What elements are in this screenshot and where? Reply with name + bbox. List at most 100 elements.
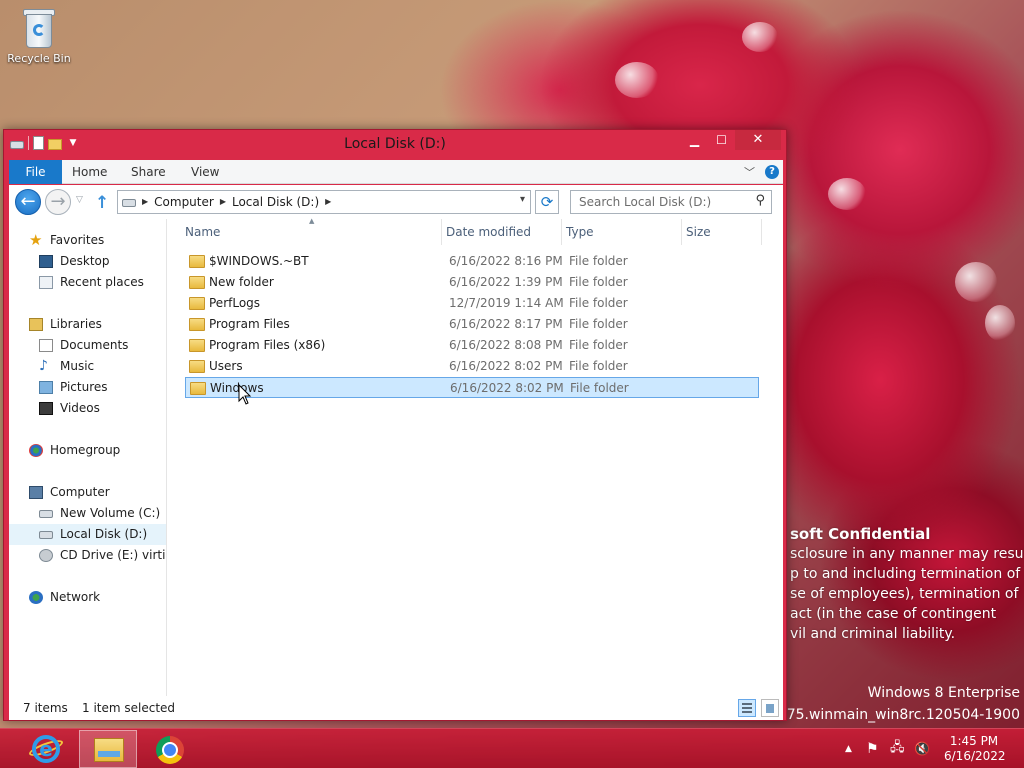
nav-item-homegroup[interactable]: Homegroup	[9, 440, 166, 461]
nav-item-documents[interactable]: Documents	[9, 335, 166, 356]
star-icon: ★	[29, 231, 43, 249]
breadcrumb-local-disk[interactable]: Local Disk (D:)	[232, 191, 319, 213]
breadcrumb-separator-icon[interactable]: ▶	[325, 191, 331, 213]
action-center-flag-icon[interactable]: ⚑	[866, 729, 879, 768]
clock-date: 6/16/2022	[944, 749, 1006, 763]
taskbar-internet-explorer[interactable]: e	[17, 730, 75, 768]
nav-item-local-disk-d[interactable]: Local Disk (D:)	[9, 524, 166, 545]
back-button[interactable]: ←	[15, 189, 41, 215]
nav-item-desktop[interactable]: Desktop	[9, 251, 166, 272]
watermark-line: sclosure in any manner may result	[790, 546, 1024, 562]
volume-muted-icon[interactable]: 🔇	[914, 729, 930, 768]
watermark-line: p to and including termination of	[790, 566, 1021, 582]
window-title: Local Disk (D:)	[344, 136, 446, 152]
file-date: 12/7/2019 1:14 AM	[449, 296, 564, 310]
file-row[interactable]: $WINDOWS.~BT 6/16/2022 8:16 PM File fold…	[185, 251, 759, 272]
file-row[interactable]: Program Files 6/16/2022 8:17 PM File fol…	[185, 314, 759, 335]
column-header-name[interactable]: Name	[185, 219, 441, 245]
folder-icon	[189, 339, 205, 352]
tab-share[interactable]: Share	[131, 160, 166, 184]
folder-icon	[189, 276, 205, 289]
videos-icon	[39, 402, 53, 415]
help-icon[interactable]: ?	[765, 165, 779, 179]
explorer-window: ▼ Local Disk (D:) ▁ ☐ ✕ File Home Share …	[3, 129, 787, 721]
column-divider[interactable]	[441, 219, 442, 245]
nav-item-computer[interactable]: Computer	[9, 482, 166, 503]
network-tray-icon[interactable]: 🖧	[890, 729, 905, 768]
pictures-icon	[39, 381, 53, 394]
search-input[interactable]: Search Local Disk (D:) ⚲	[570, 190, 772, 214]
expand-ribbon-chevron-icon[interactable]: ﹀	[744, 164, 755, 180]
nav-item-pictures[interactable]: Pictures	[9, 377, 166, 398]
file-type: File folder	[569, 275, 628, 289]
nav-item-favorites[interactable]: ★ Favorites	[9, 230, 166, 251]
wallpaper-droplet	[985, 305, 1015, 341]
column-divider[interactable]	[761, 219, 762, 245]
tab-file[interactable]: File	[9, 160, 62, 184]
search-icon[interactable]: ⚲	[755, 193, 765, 208]
desktop-icon-recycle-bin[interactable]: Recycle Bin	[6, 6, 72, 65]
column-divider[interactable]	[681, 219, 682, 245]
internet-explorer-icon: e	[32, 735, 60, 763]
file-type: File folder	[569, 359, 628, 373]
maximize-button[interactable]: ☐	[708, 130, 735, 150]
chrome-icon	[156, 736, 184, 764]
item-count: 7 items	[23, 701, 68, 715]
details-view-button[interactable]	[738, 699, 756, 717]
recycle-bin-icon	[22, 6, 56, 48]
file-row[interactable]: New folder 6/16/2022 1:39 PM File folder	[185, 272, 759, 293]
status-bar: 7 items 1 item selected	[9, 696, 783, 720]
build-edition: Windows 8 Enterprise	[867, 685, 1020, 701]
documents-icon	[39, 339, 53, 352]
file-date: 6/16/2022 8:02 PM	[449, 359, 563, 373]
nav-item-network[interactable]: Network	[9, 587, 166, 608]
nav-item-new-volume-c[interactable]: New Volume (C:)	[9, 503, 166, 524]
taskbar-chrome[interactable]	[141, 730, 199, 768]
column-header-size[interactable]: Size	[686, 219, 758, 245]
breadcrumb-separator-icon[interactable]: ▶	[142, 191, 148, 213]
tab-view[interactable]: View	[191, 160, 219, 184]
watermark-title: soft Confidential	[790, 525, 931, 543]
taskbar-file-explorer[interactable]	[79, 730, 137, 768]
navigation-bar: ← → ▽ ↑ ▶ Computer ▶ Local Disk (D:) ▶ ▾…	[9, 185, 783, 219]
file-row[interactable]: Users 6/16/2022 8:02 PM File folder	[185, 356, 759, 377]
column-header-date-modified[interactable]: Date modified	[446, 219, 560, 245]
file-date: 6/16/2022 8:16 PM	[449, 254, 563, 268]
clock-time: 1:45 PM	[949, 734, 999, 748]
file-row-selected[interactable]: Windows 6/16/2022 8:02 PM File folder	[185, 377, 759, 398]
nav-item-videos[interactable]: Videos	[9, 398, 166, 419]
minimize-button[interactable]: ▁	[681, 130, 708, 150]
title-bar[interactable]: ▼ Local Disk (D:) ▁ ☐ ✕	[4, 130, 786, 160]
file-name: PerfLogs	[209, 296, 261, 310]
recent-locations-chevron-down-icon[interactable]: ▽	[76, 195, 83, 205]
music-icon: ♪	[39, 358, 48, 374]
breadcrumb: ▶ Computer ▶ Local Disk (D:) ▶	[142, 191, 331, 213]
forward-button[interactable]: →	[45, 189, 71, 215]
up-arrow-icon[interactable]: ↑	[95, 193, 109, 213]
column-header-type[interactable]: Type	[566, 219, 676, 245]
folder-icon	[189, 255, 205, 268]
network-icon	[29, 591, 43, 604]
ribbon: File Home Share View ﹀ ?	[9, 160, 783, 184]
show-hidden-icons-chevron-up-icon[interactable]: ▲	[845, 729, 852, 768]
breadcrumb-computer[interactable]: Computer	[154, 191, 214, 213]
file-row[interactable]: PerfLogs 12/7/2019 1:14 AM File folder	[185, 293, 759, 314]
tab-home[interactable]: Home	[72, 160, 107, 184]
nav-item-music[interactable]: ♪ Music	[9, 356, 166, 377]
file-type: File folder	[569, 338, 628, 352]
refresh-button[interactable]: ⟳	[535, 190, 559, 214]
close-button[interactable]: ✕	[735, 130, 781, 150]
nav-item-cd-drive-e[interactable]: CD Drive (E:) virtio-w	[9, 545, 166, 566]
address-history-chevron-down-icon[interactable]: ▾	[520, 194, 525, 205]
breadcrumb-separator-icon[interactable]: ▶	[220, 191, 226, 213]
navigation-pane: ★ Favorites Desktop Recent places Librar…	[9, 219, 167, 696]
cd-drive-icon	[39, 549, 53, 562]
large-icons-view-button[interactable]	[761, 699, 779, 717]
file-row[interactable]: Program Files (x86) 6/16/2022 8:08 PM Fi…	[185, 335, 759, 356]
nav-item-libraries[interactable]: Libraries	[9, 314, 166, 335]
file-name: Users	[209, 359, 243, 373]
nav-item-recent-places[interactable]: Recent places	[9, 272, 166, 293]
column-divider[interactable]	[561, 219, 562, 245]
address-bar[interactable]: ▶ Computer ▶ Local Disk (D:) ▶ ▾	[117, 190, 531, 214]
clock[interactable]: 1:45 PM 6/16/2022	[944, 734, 1006, 764]
